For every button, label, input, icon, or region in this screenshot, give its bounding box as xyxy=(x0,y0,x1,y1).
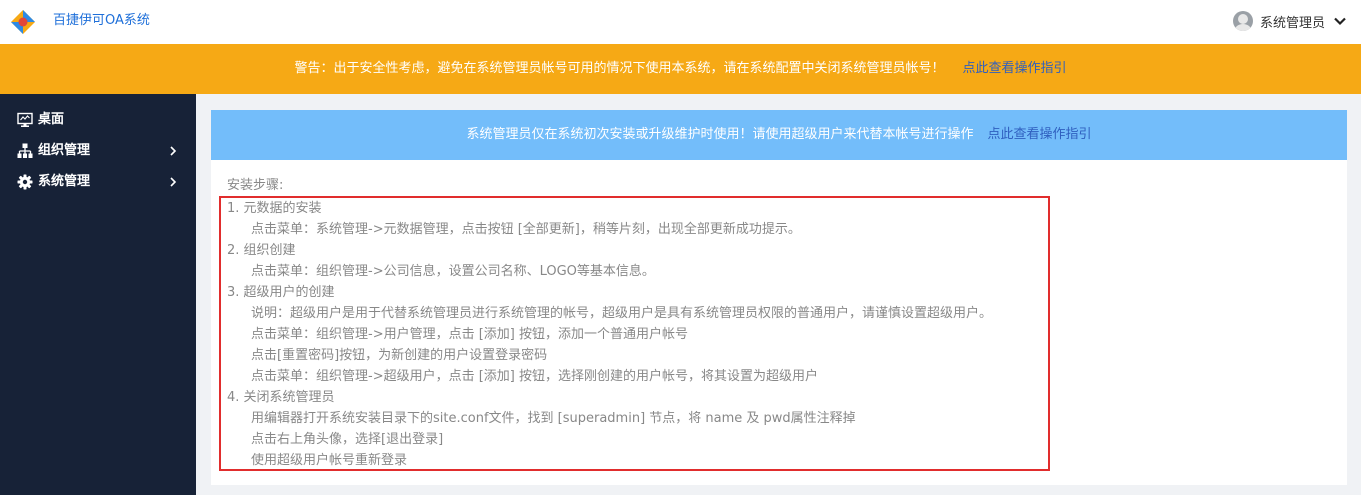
step-heading: 3. 超级用户的创建 xyxy=(227,285,335,300)
info-banner: 系统管理员仅在系统初次安装或升级维护时使用！请使用超级用户来代替本帐号进行操作点… xyxy=(211,110,1347,160)
sidebar-item-desktop[interactable]: 桌面 xyxy=(0,106,196,134)
step-detail: 使用超级用户帐号重新登录 xyxy=(251,453,408,468)
chevron-right-icon[interactable] xyxy=(168,145,178,157)
app-logo-icon xyxy=(11,10,35,34)
step-heading: 1. 元数据的安装 xyxy=(227,201,322,216)
sidebar-item-label: 系统管理 xyxy=(38,174,91,189)
steps-title: 安装步骤: xyxy=(227,178,284,193)
main-panel: 系统管理员仅在系统初次安装或升级维护时使用！请使用超级用户来代替本帐号进行操作点… xyxy=(211,110,1347,485)
gear-icon xyxy=(17,174,33,190)
step-detail: 点击[重置密码]按钮，为新创建的用户设置登录密码 xyxy=(251,348,548,363)
desktop-icon xyxy=(17,112,33,127)
step-detail: 说明：超级用户是用于代替系统管理员进行系统管理的帐号，超级用户是具有系统管理员权… xyxy=(251,306,993,321)
avatar[interactable] xyxy=(1232,11,1253,31)
install-steps-box: 1. 元数据的安装 点击菜单：系统管理->元数据管理，点击按钮 [全部更新]，稍… xyxy=(219,196,1050,471)
step-detail: 点击菜单：系统管理->元数据管理，点击按钮 [全部更新]，稍等片刻，出现全部更新… xyxy=(251,222,801,237)
org-chart-icon xyxy=(17,143,33,158)
warning-guide-link[interactable]: 点此查看操作指引 xyxy=(963,61,1067,76)
warning-banner: 警告：出于安全性考虑，避免在系统管理员帐号可用的情况下使用本系统，请在系统配置中… xyxy=(0,44,1361,94)
chevron-right-icon[interactable] xyxy=(168,176,178,188)
step-detail: 点击菜单：组织管理->用户管理，点击 [添加] 按钮，添加一个普通用户帐号 xyxy=(251,327,688,342)
step-detail: 点击右上角头像，选择[退出登录] xyxy=(251,432,444,447)
info-text: 系统管理员仅在系统初次安装或升级维护时使用！请使用超级用户来代替本帐号进行操作 xyxy=(466,127,974,142)
user-menu[interactable]: 系统管理员 xyxy=(1232,8,1347,34)
app-title[interactable]: 百捷伊可OA系统 xyxy=(53,12,150,30)
info-guide-link[interactable]: 点此查看操作指引 xyxy=(988,127,1092,142)
step-heading: 4. 关闭系统管理员 xyxy=(227,390,335,405)
sidebar-item-label: 桌面 xyxy=(38,112,65,127)
sidebar-item-label: 组织管理 xyxy=(38,143,91,158)
chevron-down-icon[interactable] xyxy=(1333,14,1347,28)
sidebar-item-system[interactable]: 系统管理 xyxy=(0,168,196,196)
step-detail: 点击菜单：组织管理->超级用户，点击 [添加] 按钮，选择刚创建的用户帐号，将其… xyxy=(251,369,818,384)
sidebar: 桌面 组织管理 系统管理 xyxy=(0,94,196,495)
top-bar: 百捷伊可OA系统 系统管理员 xyxy=(0,0,1361,44)
warning-text: 警告：出于安全性考虑，避免在系统管理员帐号可用的情况下使用本系统，请在系统配置中… xyxy=(294,61,945,76)
step-detail: 点击菜单：组织管理->公司信息，设置公司名称、LOGO等基本信息。 xyxy=(251,264,655,279)
sidebar-item-org[interactable]: 组织管理 xyxy=(0,137,196,165)
user-name[interactable]: 系统管理员 xyxy=(1260,12,1325,31)
step-heading: 2. 组织创建 xyxy=(227,243,296,258)
step-detail: 用编辑器打开系统安装目录下的site.conf文件，找到 [superadmin… xyxy=(251,411,856,426)
